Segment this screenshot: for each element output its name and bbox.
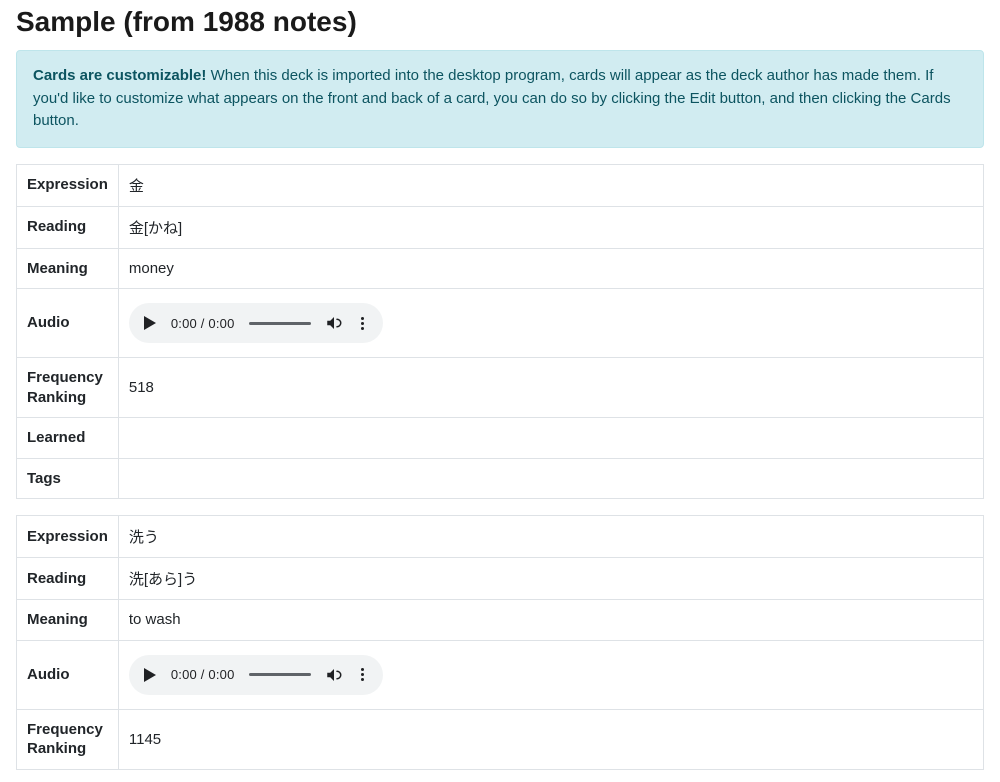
field-value-expression: 洗う [118,516,983,558]
field-value-frequency: 518 [118,358,983,418]
field-label-expression: Expression [17,516,119,558]
field-label-reading: Reading [17,558,119,600]
field-label-audio: Audio [17,640,119,709]
field-value-reading: 金[かね] [118,206,983,248]
play-icon[interactable] [143,668,157,682]
volume-icon[interactable] [325,666,343,684]
play-icon[interactable] [143,316,157,330]
audio-time: 0:00 / 0:00 [171,316,235,331]
table-row: Expression 洗う [17,516,984,558]
field-label-meaning: Meaning [17,600,119,641]
table-row: Frequency Ranking 1145 [17,709,984,769]
table-row: Reading 金[かね] [17,206,984,248]
field-label-reading: Reading [17,206,119,248]
field-value-frequency: 1145 [118,709,983,769]
field-value-audio: 0:00 / 0:00 [118,640,983,709]
audio-menu-icon[interactable] [357,317,369,330]
page-title: Sample (from 1988 notes) [16,6,984,38]
audio-player[interactable]: 0:00 / 0:00 [129,655,383,695]
field-value-meaning: to wash [118,600,983,641]
field-value-meaning: money [118,248,983,289]
note-table: Expression 洗う Reading 洗[あら]う Meaning to … [16,515,984,770]
audio-progress[interactable] [249,322,311,325]
audio-progress[interactable] [249,673,311,676]
volume-icon[interactable] [325,314,343,332]
field-value-audio: 0:00 / 0:00 [118,289,983,358]
table-row: Frequency Ranking 518 [17,358,984,418]
table-row: Tags [17,458,984,499]
table-row: Audio 0:00 / 0:00 [17,640,984,709]
field-label-meaning: Meaning [17,248,119,289]
field-label-expression: Expression [17,164,119,206]
info-alert: Cards are customizable! When this deck i… [16,50,984,148]
table-row: Audio 0:00 / 0:00 [17,289,984,358]
table-row: Expression 金 [17,164,984,206]
field-label-learned: Learned [17,418,119,459]
table-row: Learned [17,418,984,459]
field-label-frequency: Frequency Ranking [17,358,119,418]
table-row: Meaning money [17,248,984,289]
info-alert-strong: Cards are customizable! [33,67,206,84]
table-row: Meaning to wash [17,600,984,641]
table-row: Reading 洗[あら]う [17,558,984,600]
audio-menu-icon[interactable] [357,668,369,681]
audio-player[interactable]: 0:00 / 0:00 [129,303,383,343]
field-label-tags: Tags [17,458,119,499]
field-value-learned [118,418,983,459]
field-value-expression: 金 [118,164,983,206]
field-label-frequency: Frequency Ranking [17,709,119,769]
audio-time: 0:00 / 0:00 [171,667,235,682]
field-value-reading: 洗[あら]う [118,558,983,600]
note-table: Expression 金 Reading 金[かね] Meaning money… [16,164,984,500]
field-value-tags [118,458,983,499]
field-label-audio: Audio [17,289,119,358]
